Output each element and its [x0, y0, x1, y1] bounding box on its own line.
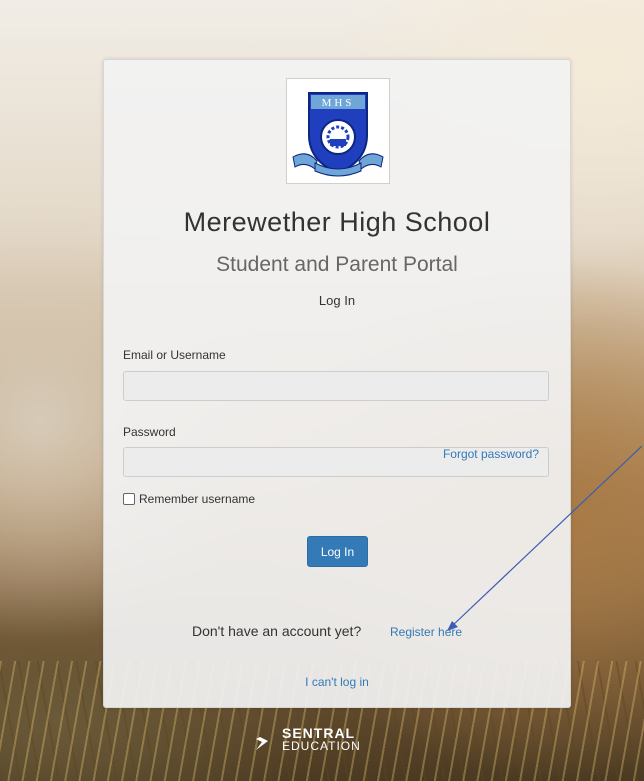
sentral-education-logo: SENTRAL EDUCATION	[254, 726, 361, 753]
arrow-line	[451, 445, 643, 627]
sentral-s-icon	[256, 730, 274, 750]
footer-brand-line2: EDUCATION	[282, 739, 361, 753]
annotation-arrow	[447, 445, 643, 631]
